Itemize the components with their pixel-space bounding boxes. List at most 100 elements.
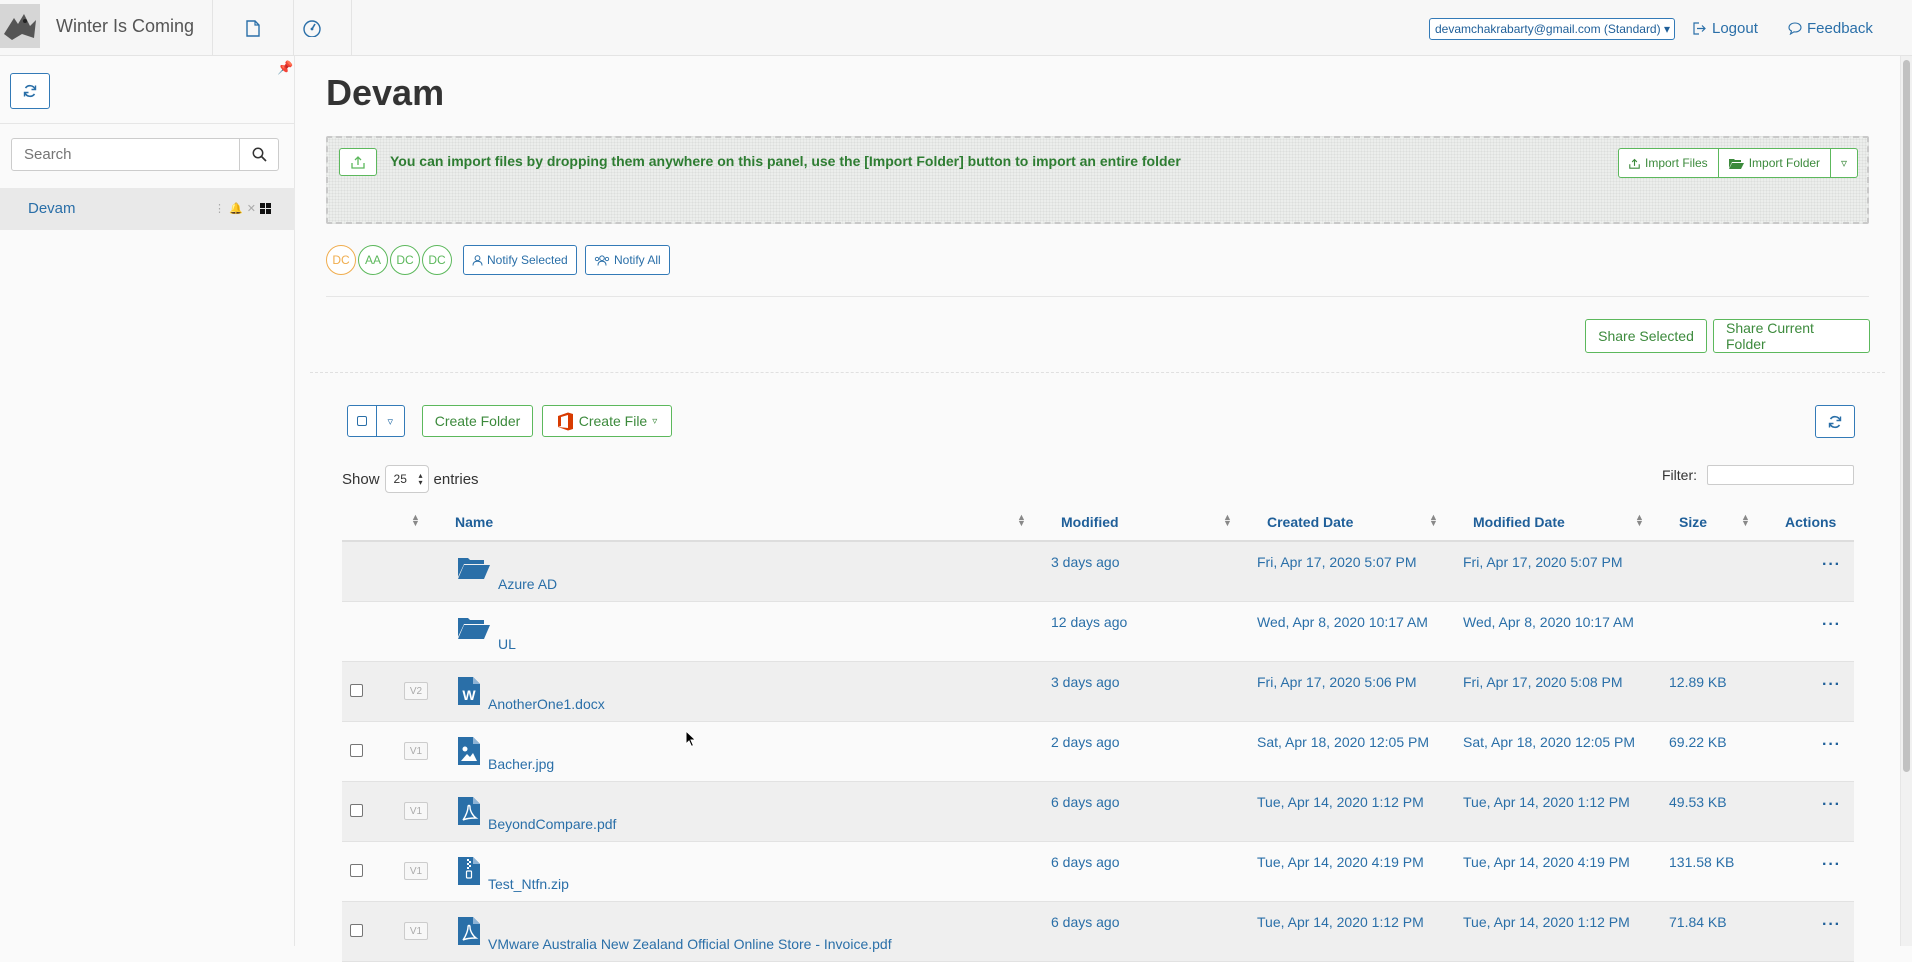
folder-open-icon [458, 558, 490, 579]
entries-select[interactable]: 25 [384, 465, 429, 493]
select-all-dropdown[interactable]: ▿ [347, 405, 405, 437]
table-row[interactable]: Azure AD 3 days ago Fri, Apr 17, 2020 5:… [342, 542, 1854, 602]
share-selected-button[interactable]: Share Selected [1585, 319, 1707, 353]
file-name-link[interactable]: Azure AD [498, 576, 557, 592]
upload-icon [351, 156, 365, 169]
logout-icon [1693, 22, 1706, 35]
table-row[interactable]: V1 Bacher.jpg 2 days ago Sat, Apr 18, 20… [342, 722, 1854, 782]
file-name-link[interactable]: Bacher.jpg [488, 756, 554, 772]
folder-open-icon [458, 618, 490, 639]
row-checkbox[interactable] [350, 804, 363, 817]
table-row[interactable]: V1 Test_Ntfn.zip 6 days ago Tue, Apr 14,… [342, 842, 1854, 902]
share-current-folder-button[interactable]: Share Current Folder [1713, 319, 1870, 353]
created-date-cell: Sat, Apr 18, 2020 12:05 PM [1257, 734, 1430, 750]
comment-icon [1788, 22, 1802, 35]
row-checkbox[interactable] [350, 864, 363, 877]
create-folder-button[interactable]: Create Folder [422, 405, 533, 437]
drag-handle-icon[interactable]: ⋮ [214, 202, 225, 215]
sort-icon[interactable]: ▲ ▼ [1429, 513, 1438, 528]
select-options-toggle[interactable]: ▿ [377, 406, 405, 436]
file-drop-panel[interactable]: You can import files by dropping them an… [326, 136, 1869, 224]
select-all-checkbox[interactable] [348, 406, 377, 436]
column-modified[interactable]: Modified [1061, 514, 1119, 530]
scrollbar-thumb[interactable] [1903, 60, 1910, 772]
sidebar-search-input[interactable] [11, 138, 240, 171]
table-refresh-button[interactable] [1815, 405, 1855, 438]
bell-icon[interactable]: 🔔 [229, 202, 243, 215]
column-name[interactable]: Name [455, 514, 493, 530]
more-actions-icon[interactable]: ··· [1822, 916, 1841, 934]
table-row[interactable]: V2 W AnotherOne1.docx 3 days ago Fri, Ap… [342, 662, 1854, 722]
close-icon[interactable]: ✕ [247, 202, 256, 215]
row-checkbox[interactable] [350, 744, 363, 757]
avatar[interactable]: AA [358, 245, 388, 275]
table-row[interactable]: UL 12 days ago Wed, Apr 8, 2020 10:17 AM… [342, 602, 1854, 662]
feedback-label: Feedback [1807, 20, 1873, 37]
file-name-link[interactable]: UL [498, 636, 516, 652]
modified-cell: 12 days ago [1051, 614, 1128, 630]
row-checkbox[interactable] [350, 684, 363, 697]
more-actions-icon[interactable]: ··· [1822, 796, 1841, 814]
more-actions-icon[interactable]: ··· [1822, 616, 1841, 634]
tree-item-label: Devam [28, 200, 76, 217]
tab-dashboard[interactable] [272, 0, 352, 56]
import-options-dropdown[interactable]: ▿ [1830, 148, 1859, 178]
table-row[interactable]: V1 BeyondCompare.pdf 6 days ago Tue, Apr… [342, 782, 1854, 842]
file-name-link[interactable]: BeyondCompare.pdf [488, 816, 616, 832]
sort-icon[interactable]: ▲ ▼ [1017, 513, 1026, 528]
logout-link[interactable]: Logout [1693, 20, 1758, 37]
more-actions-icon[interactable]: ··· [1822, 856, 1841, 874]
size-cell: 69.22 KB [1669, 734, 1727, 750]
file-name-link[interactable]: Test_Ntfn.zip [488, 876, 569, 892]
avatar[interactable]: DC [390, 245, 420, 275]
version-badge[interactable]: V2 [404, 682, 428, 700]
column-created-date[interactable]: Created Date [1267, 514, 1353, 530]
version-badge[interactable]: V1 [404, 802, 428, 820]
table-row[interactable]: V1 VMware Australia New Zealand Official… [342, 902, 1854, 962]
import-folder-label: Import Folder [1748, 156, 1821, 170]
files-table: ▲ ▼ Name ▲ ▼ Modified ▲ ▼ Created Date ▲ ▼ M… [342, 510, 1854, 962]
sidebar-search-button[interactable] [239, 138, 279, 171]
sort-icon[interactable]: ▲ ▼ [1635, 513, 1644, 528]
version-badge[interactable]: V1 [404, 742, 428, 760]
column-size[interactable]: Size [1679, 514, 1707, 530]
logout-label: Logout [1712, 20, 1758, 37]
tree-item-devam[interactable]: Devam ⋮ 🔔 ✕ [0, 188, 295, 230]
pin-icon[interactable]: 📌 [277, 60, 293, 76]
row-checkbox[interactable] [350, 924, 363, 937]
sort-icon[interactable]: ▲ ▼ [1741, 513, 1750, 528]
created-date-cell: Tue, Apr 14, 2020 1:12 PM [1257, 794, 1424, 810]
caret-down-icon: ▿ [387, 415, 394, 428]
feedback-link[interactable]: Feedback [1788, 20, 1873, 37]
filter-input[interactable] [1707, 465, 1854, 485]
import-folder-button[interactable]: Import Folder [1717, 148, 1832, 178]
more-actions-icon[interactable]: ··· [1822, 556, 1841, 574]
word-file-icon: W [458, 677, 480, 705]
create-file-button[interactable]: Create File ▿ [542, 405, 672, 437]
folder-open-icon [1728, 158, 1744, 169]
version-badge[interactable]: V1 [404, 862, 428, 880]
avatar[interactable]: DC [422, 245, 452, 275]
version-badge[interactable]: V1 [404, 922, 428, 940]
more-actions-icon[interactable]: ··· [1822, 676, 1841, 694]
more-actions-icon[interactable]: ··· [1822, 736, 1841, 754]
grid-icon[interactable] [259, 203, 271, 214]
direwolf-logo[interactable] [0, 4, 40, 48]
sort-icon[interactable]: ▲ ▼ [411, 513, 420, 528]
page-scrollbar[interactable] [1900, 56, 1912, 946]
notify-all-button[interactable]: Notify All [585, 245, 670, 275]
file-name-link[interactable]: VMware Australia New Zealand Official On… [488, 936, 892, 952]
app-title[interactable]: Winter Is Coming [56, 16, 194, 37]
modified-cell: 6 days ago [1051, 794, 1120, 810]
avatar[interactable]: DC [326, 245, 356, 275]
account-dropdown[interactable]: devamchakrabarty@gmail.com (Standard) ▾ [1429, 18, 1675, 40]
sort-icon[interactable]: ▲ ▼ [1223, 513, 1232, 528]
modified-date-cell: Tue, Apr 14, 2020 1:12 PM [1463, 914, 1630, 930]
notify-selected-button[interactable]: Notify Selected [463, 245, 577, 275]
sidebar-refresh-button[interactable] [10, 73, 50, 109]
page-title: Devam [326, 72, 445, 113]
import-files-button[interactable]: Import Files [1618, 148, 1719, 178]
file-name-link[interactable]: AnotherOne1.docx [488, 696, 605, 712]
upload-button[interactable] [339, 148, 377, 176]
column-modified-date[interactable]: Modified Date [1473, 514, 1565, 530]
